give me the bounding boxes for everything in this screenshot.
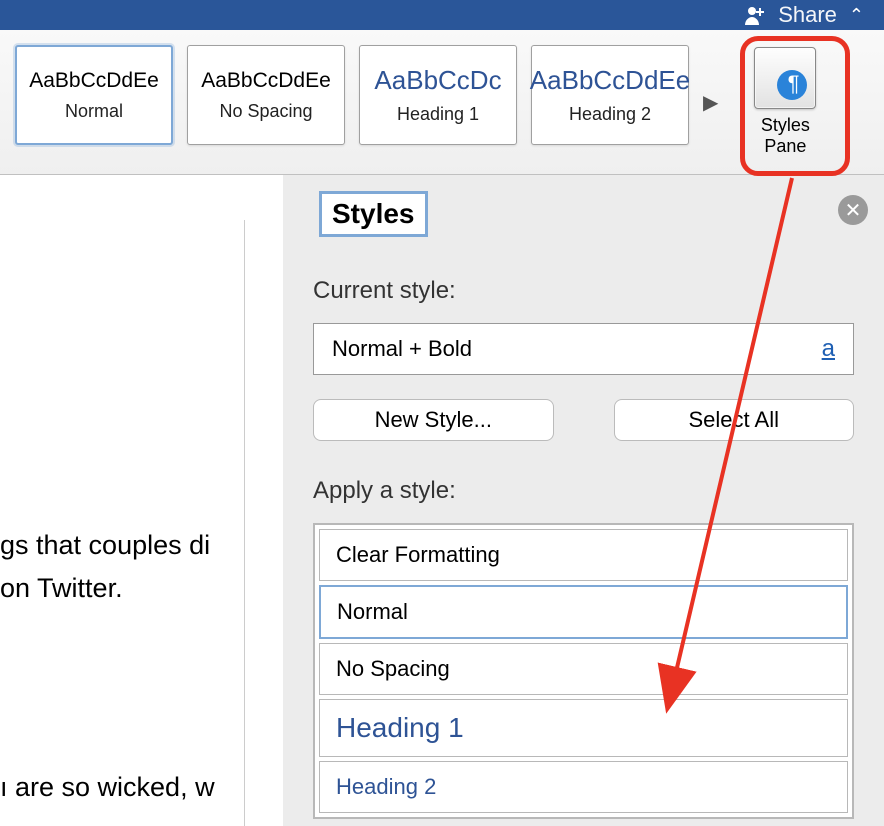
styles-pane-panel: ✕ Styles Current style: Normal + Bold a … (283, 175, 884, 826)
document-text-line: gs that couples di (0, 530, 244, 561)
style-name-label: Heading 1 (397, 104, 479, 125)
share-person-icon (744, 5, 766, 25)
style-name-label: Normal (65, 101, 123, 122)
style-name-label: No Spacing (219, 101, 312, 122)
document-text-line: ı are so wicked, w (0, 772, 244, 803)
style-sample-text: AaBbCcDdEe (29, 69, 159, 93)
more-styles-arrow-icon[interactable]: ▶ (703, 90, 718, 115)
document-text-line: on Twitter. (0, 573, 244, 604)
style-list-item-no-spacing[interactable]: No Spacing (319, 643, 848, 695)
style-list-item-clear-formatting[interactable]: Clear Formatting (319, 529, 848, 581)
style-sample-text: AaBbCcDdEe (530, 65, 690, 96)
select-all-button[interactable]: Select All (614, 399, 855, 441)
new-style-button[interactable]: New Style... (313, 399, 554, 441)
style-preview-heading-1[interactable]: AaBbCcDc Heading 1 (359, 45, 517, 145)
style-list-item-heading-1[interactable]: Heading 1 (319, 699, 848, 757)
styles-pane-button[interactable]: ¶ StylesPane (740, 45, 830, 175)
panel-title: Styles (319, 191, 428, 237)
style-list-item-heading-2[interactable]: Heading 2 (319, 761, 848, 813)
style-sample-text: AaBbCcDc (374, 65, 501, 96)
style-preview-no-spacing[interactable]: AaBbCcDdEe No Spacing (187, 45, 345, 145)
style-list-item-normal[interactable]: Normal (319, 585, 848, 639)
chevron-up-icon[interactable]: ⌃ (849, 5, 864, 26)
current-style-dropdown[interactable]: Normal + Bold a (313, 323, 854, 375)
style-preview-normal[interactable]: AaBbCcDdEe Normal (15, 45, 173, 145)
share-button[interactable]: Share (778, 2, 837, 28)
style-preview-heading-2[interactable]: AaBbCcDdEe Heading 2 (531, 45, 689, 145)
current-style-value: Normal + Bold (332, 336, 472, 362)
close-icon[interactable]: ✕ (838, 195, 868, 225)
style-name-label: Heading 2 (569, 104, 651, 125)
document-canvas[interactable]: gs that couples di on Twitter. ı are so … (0, 220, 245, 826)
styles-pane-label: StylesPane (761, 115, 810, 156)
dropdown-indicator-icon: a (822, 335, 835, 363)
styles-pane-icon: ¶ (754, 47, 816, 109)
style-sample-text: AaBbCcDdEe (201, 69, 331, 93)
title-bar: Share ⌃ (0, 0, 884, 30)
ribbon-styles-group: AaBbCcDdEeNormalAaBbCcDdEeNo SpacingAaBb… (0, 30, 884, 175)
apply-style-label: Apply a style: (313, 477, 854, 505)
current-style-label: Current style: (313, 277, 854, 305)
style-list: Clear FormattingNormalNo SpacingHeading … (313, 523, 854, 819)
